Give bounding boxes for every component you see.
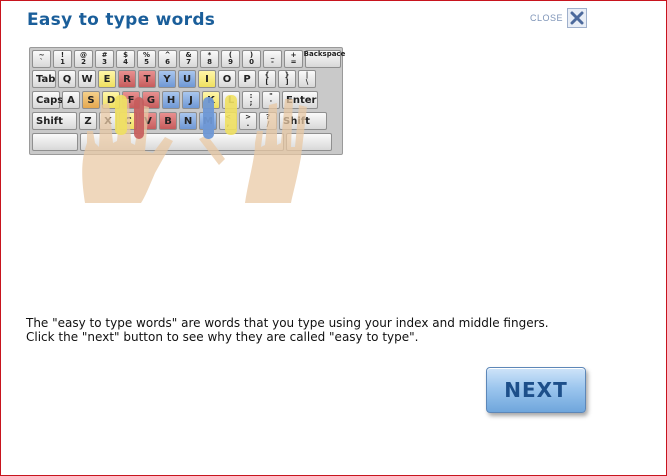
instruction-text: The "easy to type words" are words that … (26, 316, 549, 344)
close-label: CLOSE (530, 13, 564, 23)
instruction-line-1: The "easy to type words" are words that … (26, 316, 549, 330)
instruction-line-2: Click the "next" button to see why they … (26, 330, 419, 344)
close-x-icon (567, 8, 588, 28)
next-button[interactable]: NEXT (486, 367, 586, 413)
close-button[interactable]: CLOSE (530, 8, 588, 28)
keyboard-illustration: ~ `! 1 @2 #3 $4% 5 ^ 6 & 7 * 8(9) 0 _ - + = Backspace Tab Q… (29, 47, 345, 207)
hands-illustration (82, 95, 307, 203)
lesson-window: Easy to type words CLOSE ~ `! 1 @2 #3 $4% 5 ^ 6 &… (0, 0, 667, 476)
page-title: Easy to type words (27, 10, 216, 30)
